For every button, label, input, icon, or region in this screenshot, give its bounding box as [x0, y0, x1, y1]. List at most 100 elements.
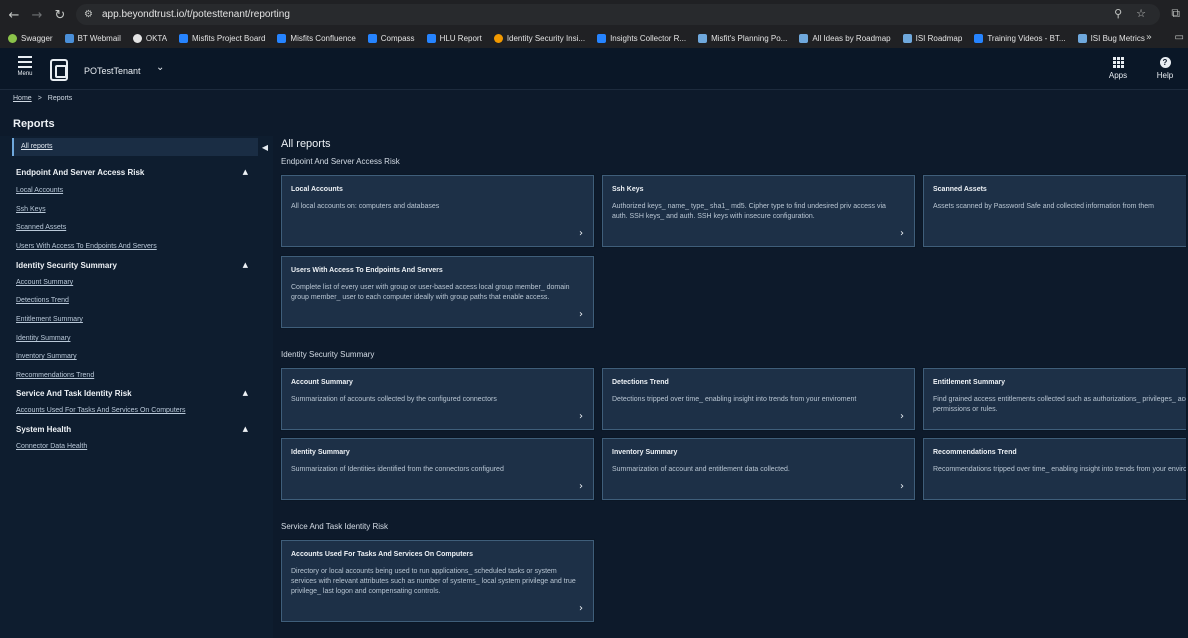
- bookmark-icon: [426, 34, 436, 43]
- chevron-right-icon[interactable]: ›: [579, 228, 583, 239]
- chevron-right-icon[interactable]: ›: [900, 481, 904, 492]
- zoom-icon[interactable]: ⚲: [1114, 7, 1122, 20]
- breadcrumb: Home > Reports: [13, 95, 72, 102]
- sidebar-link[interactable]: Local Accounts: [16, 187, 63, 194]
- chevron-right-icon[interactable]: ›: [900, 411, 904, 422]
- beyondtrust-logo-icon[interactable]: [50, 59, 68, 81]
- report-card[interactable]: Entitlement Summary Find grained access …: [923, 368, 1186, 430]
- bookmark-item[interactable]: Insights Collector R...: [597, 34, 686, 43]
- sidebar-link[interactable]: Inventory Summary: [16, 353, 77, 360]
- collapse-sidebar-icon[interactable]: ◀: [259, 140, 271, 154]
- apps-label: Apps: [1108, 71, 1128, 80]
- bookmark-icon: [902, 34, 912, 43]
- sidebar-link[interactable]: Entitlement Summary: [16, 316, 83, 323]
- main-title: All reports: [281, 138, 331, 150]
- reload-icon[interactable]: ↻: [48, 3, 72, 27]
- sidebar-section-header[interactable]: Endpoint And Server Access Risk ▲: [16, 168, 248, 177]
- bookmark-label: Identity Security Insi...: [506, 34, 586, 43]
- card-title: Detections Trend: [612, 379, 669, 386]
- chevron-right-icon[interactable]: ›: [900, 228, 904, 239]
- sidebar-link[interactable]: Recommendations Trend: [16, 372, 94, 379]
- sidebar-section-header[interactable]: Identity Security Summary ▲: [16, 261, 248, 270]
- bookmark-item[interactable]: ISI Bug Metrics: [1077, 34, 1145, 43]
- bookmark-item[interactable]: ISI Roadmap: [902, 34, 963, 43]
- breadcrumb-separator: >: [37, 95, 42, 102]
- chevron-up-icon[interactable]: ▲: [243, 389, 248, 397]
- sidebar-link[interactable]: Account Summary: [16, 279, 73, 286]
- bookmark-item[interactable]: BT Webmail: [64, 34, 121, 43]
- sidebar-link[interactable]: Detections Trend: [16, 297, 69, 304]
- help-icon: ?: [1159, 57, 1171, 68]
- card-description: Directory or local accounts being used t…: [291, 568, 576, 595]
- report-card[interactable]: Ssh Keys Authorized keys_ name_ type_ sh…: [602, 175, 915, 247]
- sidebar-section-header[interactable]: Service And Task Identity Risk ▲: [16, 389, 248, 398]
- report-card[interactable]: Users With Access To Endpoints And Serve…: [281, 256, 594, 328]
- bookmark-item[interactable]: OKTA: [132, 34, 167, 43]
- chevron-up-icon[interactable]: ▲: [243, 168, 248, 176]
- sidebar-link[interactable]: Connector Data Health: [16, 443, 87, 450]
- bookmark-label: Training Videos - BT...: [987, 34, 1066, 43]
- reports-main: All reports Endpoint And Server Access R…: [273, 128, 1188, 638]
- menu-button[interactable]: Menu: [14, 56, 36, 77]
- bookmark-item[interactable]: All Ideas by Roadmap: [799, 34, 891, 43]
- extensions-icon[interactable]: ⧉: [1171, 6, 1180, 21]
- report-card[interactable]: Detections Trend Detections tripped over…: [602, 368, 915, 430]
- bookmark-item[interactable]: Misfit's Planning Po...: [698, 34, 787, 43]
- bookmark-label: Misfits Project Board: [192, 34, 266, 43]
- report-card[interactable]: Local Accounts All local accounts on: co…: [281, 175, 594, 247]
- chevron-right-icon[interactable]: ›: [579, 603, 583, 614]
- page-title: Reports: [13, 118, 55, 130]
- bookmark-label: HLU Report: [439, 34, 482, 43]
- back-icon[interactable]: ←: [2, 3, 26, 27]
- sidebar-link[interactable]: Identity Summary: [16, 335, 70, 342]
- card-description: Summarization of accounts collected by t…: [291, 396, 497, 403]
- sidebar-link[interactable]: Scanned Assets: [16, 224, 66, 231]
- bookmark-item[interactable]: Swagger: [8, 34, 53, 43]
- chevron-up-icon[interactable]: ▲: [243, 425, 248, 433]
- chevron-down-icon[interactable]: ⌄: [156, 62, 164, 73]
- bookmark-item[interactable]: Misfits Project Board: [179, 34, 265, 43]
- sidebar-item-all-reports[interactable]: All reports: [12, 138, 258, 156]
- bookmark-label: ISI Roadmap: [915, 34, 963, 43]
- forward-icon[interactable]: →: [25, 3, 49, 27]
- report-card[interactable]: Recommendations Trend Recommendations tr…: [923, 438, 1186, 500]
- folder-icon[interactable]: ▭: [1175, 32, 1184, 43]
- bookmark-icon: [974, 34, 984, 43]
- bookmark-icon: [698, 34, 708, 43]
- help-button[interactable]: ? Help: [1151, 55, 1179, 80]
- bookmark-item[interactable]: Training Videos - BT...: [974, 34, 1066, 43]
- report-card[interactable]: Inventory Summary Summarization of accou…: [602, 438, 915, 500]
- bookmark-item[interactable]: Compass: [367, 34, 415, 43]
- report-card[interactable]: Identity Summary Summarization of Identi…: [281, 438, 594, 500]
- sidebar-link[interactable]: Accounts Used For Tasks And Services On …: [16, 407, 186, 414]
- bookmark-item[interactable]: HLU Report: [426, 34, 482, 43]
- tenant-name[interactable]: POTestTenant: [84, 66, 141, 76]
- more-bookmarks-icon[interactable]: »: [1146, 32, 1152, 43]
- bookmark-star-icon[interactable]: ☆: [1136, 7, 1146, 20]
- apps-button[interactable]: Apps: [1104, 55, 1132, 80]
- bookmark-item[interactable]: Identity Security Insi...: [493, 34, 586, 43]
- bookmark-icon: [132, 34, 142, 43]
- report-card[interactable]: Account Summary Summarization of account…: [281, 368, 594, 430]
- bookmark-icon: [597, 34, 607, 43]
- breadcrumb-current: Reports: [47, 95, 73, 102]
- site-info-icon[interactable]: ⚙: [84, 9, 102, 20]
- bookmark-label: Swagger: [21, 34, 53, 43]
- breadcrumb-home[interactable]: Home: [13, 95, 32, 102]
- bookmark-icon: [1077, 34, 1087, 43]
- chevron-right-icon[interactable]: ›: [579, 411, 583, 422]
- report-card[interactable]: Scanned Assets Assets scanned by Passwor…: [923, 175, 1186, 247]
- bookmark-item[interactable]: Misfits Confluence: [277, 34, 356, 43]
- report-card[interactable]: Accounts Used For Tasks And Services On …: [281, 540, 594, 622]
- section-title: Service And Task Identity Risk: [281, 522, 389, 531]
- card-title: Accounts Used For Tasks And Services On …: [291, 551, 474, 558]
- bookmark-icon: [179, 34, 189, 43]
- address-bar[interactable]: ⚙ app.beyondtrust.io/t/potesttenant/repo…: [76, 4, 1160, 25]
- chevron-right-icon[interactable]: ›: [579, 309, 583, 320]
- sidebar-section-title: Endpoint And Server Access Risk: [16, 168, 145, 177]
- chevron-right-icon[interactable]: ›: [579, 481, 583, 492]
- sidebar-section-header[interactable]: System Health ▲: [16, 425, 248, 434]
- chevron-up-icon[interactable]: ▲: [243, 261, 248, 269]
- sidebar-link[interactable]: Users With Access To Endpoints And Serve…: [16, 243, 157, 250]
- sidebar-link[interactable]: Ssh Keys: [16, 206, 46, 213]
